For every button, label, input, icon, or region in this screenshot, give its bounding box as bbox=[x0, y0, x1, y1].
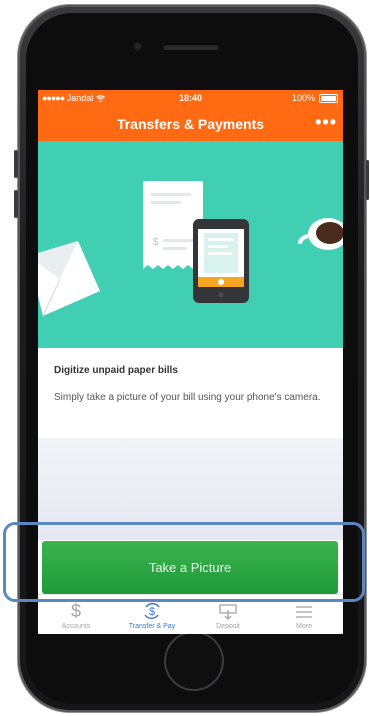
battery-icon bbox=[319, 94, 338, 103]
tab-label: Accounts bbox=[61, 623, 91, 630]
highlight-box bbox=[3, 522, 365, 602]
coffee-cup-icon bbox=[298, 218, 343, 250]
page-title: Transfers & Payments bbox=[116, 116, 265, 132]
hero-illustration: $ bbox=[38, 141, 343, 348]
status-bar: ●●●●● Jandal 18:40 100% bbox=[38, 90, 343, 106]
tab-label: Transfer & Pay bbox=[128, 623, 176, 630]
menu-icon bbox=[296, 606, 312, 618]
volume-button bbox=[14, 150, 18, 178]
nav-bar: Transfers & Payments ••• bbox=[38, 106, 343, 141]
battery-percent: 100% bbox=[291, 93, 315, 103]
envelope-icon bbox=[38, 241, 100, 317]
svg-text:$: $ bbox=[153, 237, 159, 248]
transfer-icon: $ bbox=[144, 602, 160, 620]
front-camera bbox=[133, 42, 142, 51]
tab-label: More bbox=[296, 623, 312, 630]
info-card: Digitize unpaid paper bills Simply take … bbox=[38, 348, 343, 438]
home-button[interactable] bbox=[164, 631, 224, 691]
phone-scan-icon bbox=[193, 219, 249, 303]
earpiece-speaker bbox=[163, 44, 219, 50]
dollar-icon: $ bbox=[71, 601, 81, 621]
card-headline: Digitize unpaid paper bills bbox=[54, 365, 178, 376]
more-options-icon[interactable]: ••• bbox=[315, 112, 337, 133]
svg-text:$: $ bbox=[149, 606, 155, 618]
tab-label: Deposit bbox=[216, 623, 240, 630]
volume-button bbox=[14, 190, 18, 218]
card-description: Simply take a picture of your bill using… bbox=[54, 392, 321, 403]
svg-text:$: $ bbox=[71, 601, 81, 621]
power-button bbox=[366, 160, 369, 200]
deposit-icon bbox=[219, 604, 237, 620]
bill-illustration: $ bbox=[38, 181, 343, 317]
